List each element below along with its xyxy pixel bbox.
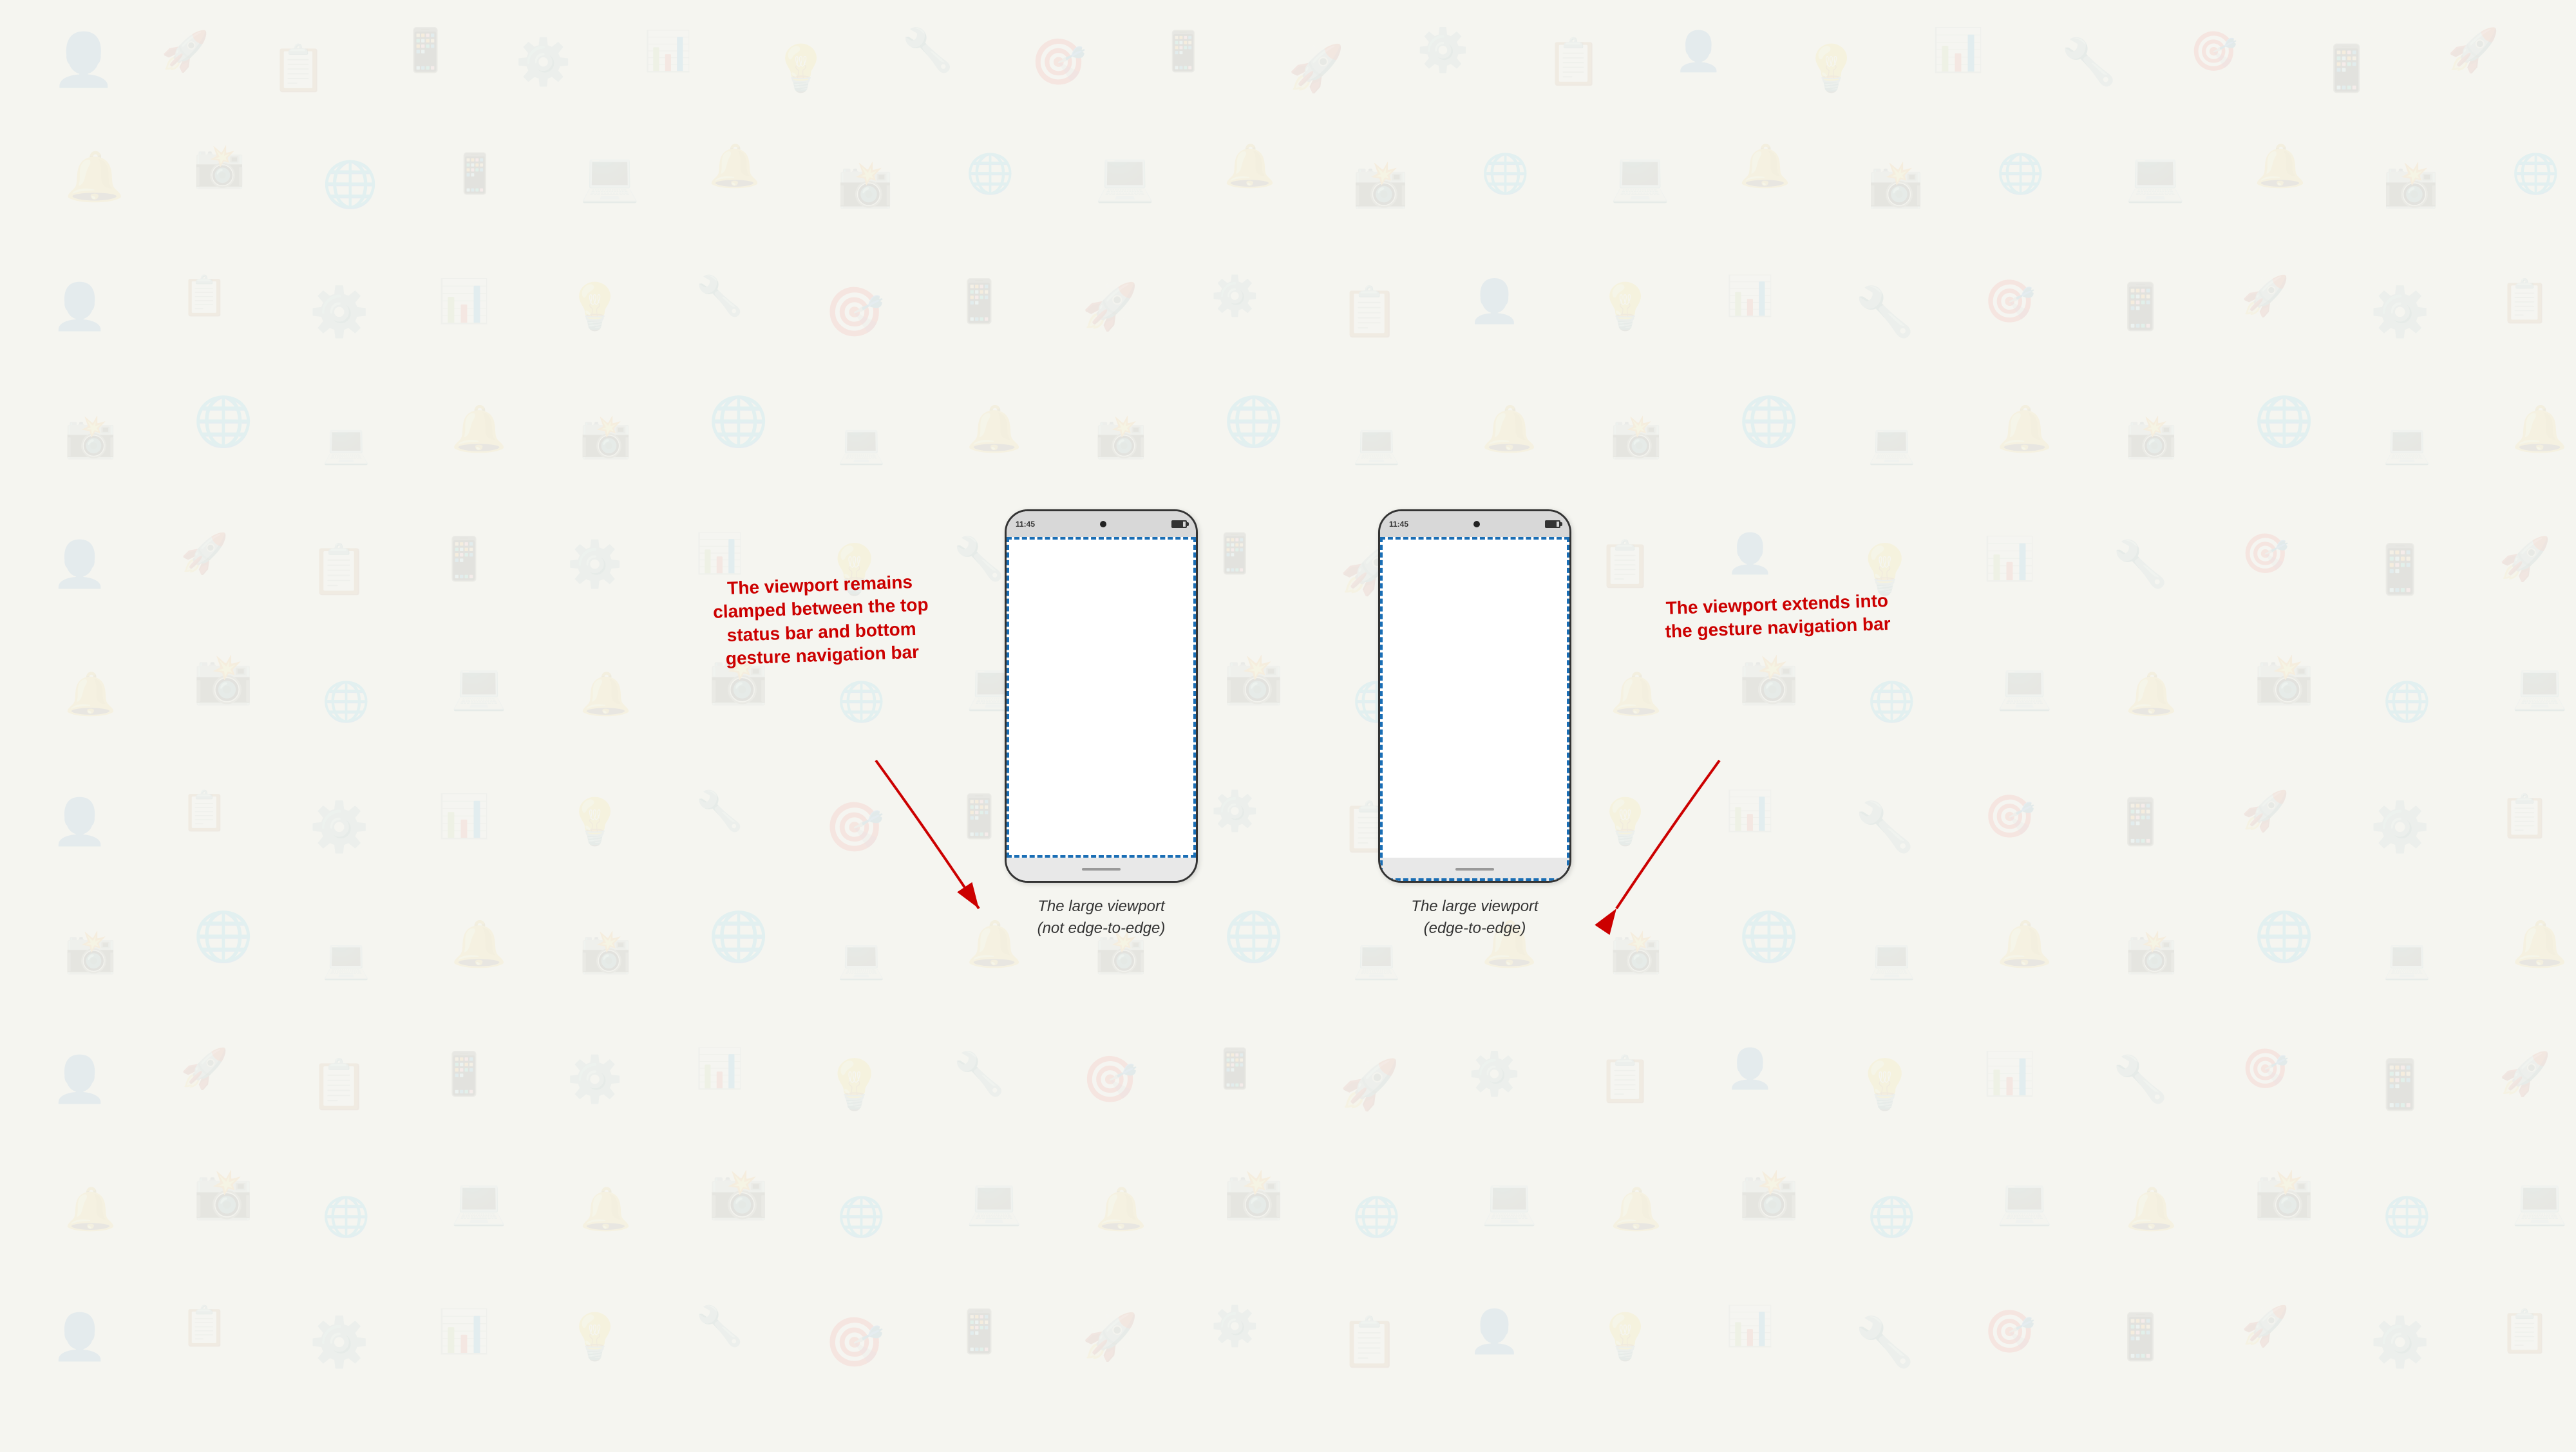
phone-right-battery-fill (1546, 522, 1557, 527)
phone-right-time: 11:45 (1389, 520, 1408, 529)
phone-left-battery-fill (1173, 522, 1183, 527)
main-content: The viewport remains clamped between the… (0, 0, 2576, 1449)
arrow-right (1552, 754, 1887, 947)
annotation-left-text: The viewport remains clamped between the… (713, 572, 929, 668)
diagram-container: The viewport remains clamped between the… (1005, 509, 1571, 939)
phone-right-battery (1545, 520, 1560, 528)
phone-left-battery (1171, 520, 1187, 528)
annotation-left: The viewport remains clamped between the… (707, 570, 936, 672)
phone-left-body (1007, 537, 1196, 858)
phone-left-gesture-line (1082, 868, 1121, 871)
phone-left-camera (1100, 521, 1106, 527)
phone-right-status-bar: 11:45 (1380, 511, 1569, 537)
phone-right-wrapper: The viewport extends into the gesture na… (1378, 509, 1571, 939)
phone-left: 11:45 (1005, 509, 1198, 883)
phone-right-body (1380, 537, 1569, 858)
phone-right-nav-bar (1380, 858, 1569, 881)
arrow-left (708, 754, 1030, 947)
phone-right-camera (1473, 521, 1480, 527)
phone-right: 11:45 (1378, 509, 1571, 883)
phone-left-wrapper: The viewport remains clamped between the… (1005, 509, 1198, 939)
annotation-right: The viewport extends into the gesture na… (1661, 589, 1894, 644)
phone-left-label: The large viewport (not edge-to-edge) (1037, 896, 1166, 939)
phone-left-status-bar: 11:45 (1007, 511, 1196, 537)
annotation-right-text: The viewport extends into the gesture na… (1665, 590, 1891, 641)
phone-right-gesture-line (1455, 868, 1494, 871)
phone-right-label: The large viewport (edge-to-edge) (1411, 896, 1538, 939)
phone-left-time: 11:45 (1016, 520, 1035, 529)
phone-left-nav-bar (1007, 858, 1196, 881)
